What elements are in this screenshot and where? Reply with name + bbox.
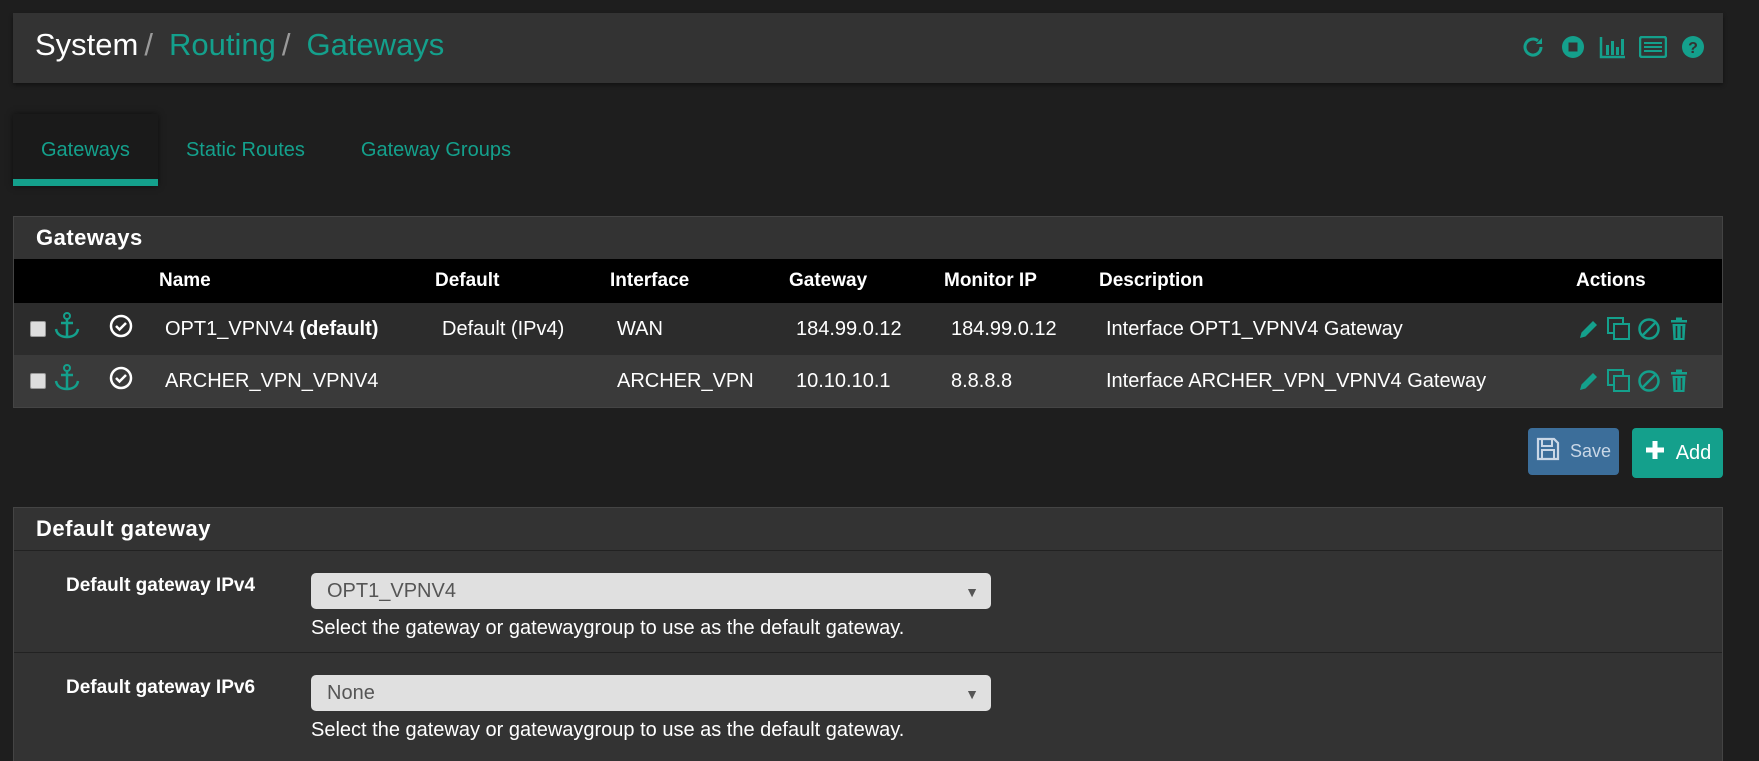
default-gateway-ipv4-label: Default gateway IPv4 bbox=[66, 575, 256, 596]
gateway-name: ARCHER_VPN_VPNV4 bbox=[165, 369, 379, 392]
table-row: OPT1_VPNV4 (default) Default (IPv4) WAN … bbox=[14, 303, 1722, 355]
gateway-description: Interface OPT1_VPNV4 Gateway bbox=[1106, 317, 1403, 340]
table-header-row: Name Default Interface Gateway Monitor I… bbox=[14, 259, 1722, 303]
gateway-address: 184.99.0.12 bbox=[796, 317, 902, 340]
tab-gateway-groups[interactable]: Gateway Groups bbox=[333, 114, 539, 186]
add-button[interactable]: Add bbox=[1632, 428, 1723, 478]
breadcrumb-routing[interactable]: Routing bbox=[169, 27, 276, 62]
table-row: ARCHER_VPN_VPNV4 ARCHER_VPN 10.10.10.1 8… bbox=[14, 355, 1722, 407]
bar-chart-icon[interactable] bbox=[1599, 33, 1627, 61]
default-gateway-panel: Default gateway Default gateway IPv4 OPT… bbox=[13, 507, 1723, 761]
breadcrumb: System / Routing / Gateways bbox=[35, 29, 444, 60]
reload-icon[interactable] bbox=[1519, 33, 1547, 61]
enabled-check-icon bbox=[109, 314, 133, 343]
enabled-check-icon bbox=[109, 366, 133, 395]
stop-icon[interactable] bbox=[1559, 33, 1587, 61]
caret-down-icon: ▼ bbox=[965, 686, 979, 702]
tab-gateways[interactable]: Gateways bbox=[13, 114, 158, 186]
column-header-description[interactable]: Description bbox=[1099, 259, 1576, 303]
svg-text:?: ? bbox=[1688, 40, 1698, 57]
help-text: Select the gateway or gatewaygroup to us… bbox=[311, 617, 905, 639]
default-gateway-ipv4-select[interactable]: OPT1_VPNV4 ▼ bbox=[311, 573, 991, 609]
gateway-interface: ARCHER_VPN bbox=[617, 369, 754, 392]
column-header-gateway[interactable]: Gateway bbox=[789, 259, 944, 303]
save-button[interactable]: Save bbox=[1528, 428, 1619, 475]
column-header-actions: Actions bbox=[1576, 270, 1646, 291]
page-header: System / Routing / Gateways ? bbox=[13, 13, 1723, 83]
gateway-name: OPT1_VPNV4 bbox=[165, 317, 294, 340]
gateway-address: 10.10.10.1 bbox=[796, 369, 891, 392]
gateways-panel: Gateways Name Default Interface Gateway … bbox=[13, 216, 1723, 408]
gateway-default bbox=[435, 355, 610, 407]
default-gateway-ipv6-label: Default gateway IPv6 bbox=[66, 677, 256, 698]
gateways-table: Name Default Interface Gateway Monitor I… bbox=[14, 259, 1722, 407]
delete-icon[interactable] bbox=[1666, 316, 1692, 342]
anchor-icon[interactable] bbox=[54, 312, 80, 345]
gateway-description: Interface ARCHER_VPN_VPNV4 Gateway bbox=[1106, 369, 1487, 392]
help-icon[interactable]: ? bbox=[1679, 33, 1707, 61]
default-tag: (default) bbox=[299, 317, 379, 340]
edit-icon[interactable] bbox=[1576, 316, 1602, 342]
breadcrumb-system: System bbox=[35, 27, 139, 62]
select-value: None bbox=[327, 682, 375, 704]
header-toolbar: ? bbox=[1519, 33, 1707, 61]
disable-icon[interactable] bbox=[1636, 368, 1662, 394]
column-header-default[interactable]: Default bbox=[435, 259, 610, 303]
tab-static-routes[interactable]: Static Routes bbox=[158, 114, 333, 186]
default-gateway-ipv6-row: Default gateway IPv6 None ▼ Select the g… bbox=[14, 652, 1722, 754]
column-header-interface[interactable]: Interface bbox=[610, 259, 789, 303]
breadcrumb-separator: / bbox=[144, 27, 153, 62]
row-actions bbox=[1576, 368, 1722, 394]
save-icon bbox=[1536, 437, 1560, 466]
caret-down-icon: ▼ bbox=[965, 584, 979, 600]
tab-bar: Gateways Static Routes Gateway Groups bbox=[13, 114, 539, 186]
copy-icon[interactable] bbox=[1606, 316, 1632, 342]
anchor-icon[interactable] bbox=[54, 364, 80, 397]
select-value: OPT1_VPNV4 bbox=[327, 580, 456, 602]
column-header-monitor-ip[interactable]: Monitor IP bbox=[944, 259, 1099, 303]
save-label: Save bbox=[1569, 441, 1612, 461]
gateway-interface: WAN bbox=[617, 317, 663, 340]
row-select-checkbox[interactable] bbox=[30, 321, 46, 338]
breadcrumb-gateways[interactable]: Gateways bbox=[306, 27, 444, 62]
panel-title: Gateways bbox=[14, 217, 1722, 259]
copy-icon[interactable] bbox=[1606, 368, 1632, 394]
help-text: Select the gateway or gatewaygroup to us… bbox=[311, 719, 905, 741]
breadcrumb-separator: / bbox=[281, 27, 291, 62]
default-gateway-ipv4-row: Default gateway IPv4 OPT1_VPNV4 ▼ Select… bbox=[14, 550, 1722, 652]
delete-icon[interactable] bbox=[1666, 368, 1692, 394]
add-label: Add bbox=[1675, 441, 1712, 464]
row-select-checkbox[interactable] bbox=[30, 373, 46, 390]
disable-icon[interactable] bbox=[1636, 316, 1662, 342]
column-header-name[interactable]: Name bbox=[159, 259, 435, 303]
edit-icon[interactable] bbox=[1576, 368, 1602, 394]
plus-icon bbox=[1644, 439, 1666, 467]
gateway-monitor-ip: 8.8.8.8 bbox=[951, 369, 1013, 392]
list-icon[interactable] bbox=[1639, 33, 1667, 61]
gateway-default: Default (IPv4) bbox=[442, 317, 565, 340]
panel-title: Default gateway bbox=[14, 508, 1722, 550]
gateway-monitor-ip: 184.99.0.12 bbox=[951, 317, 1057, 340]
default-gateway-ipv6-select[interactable]: None ▼ bbox=[311, 675, 991, 711]
row-actions bbox=[1576, 316, 1722, 342]
